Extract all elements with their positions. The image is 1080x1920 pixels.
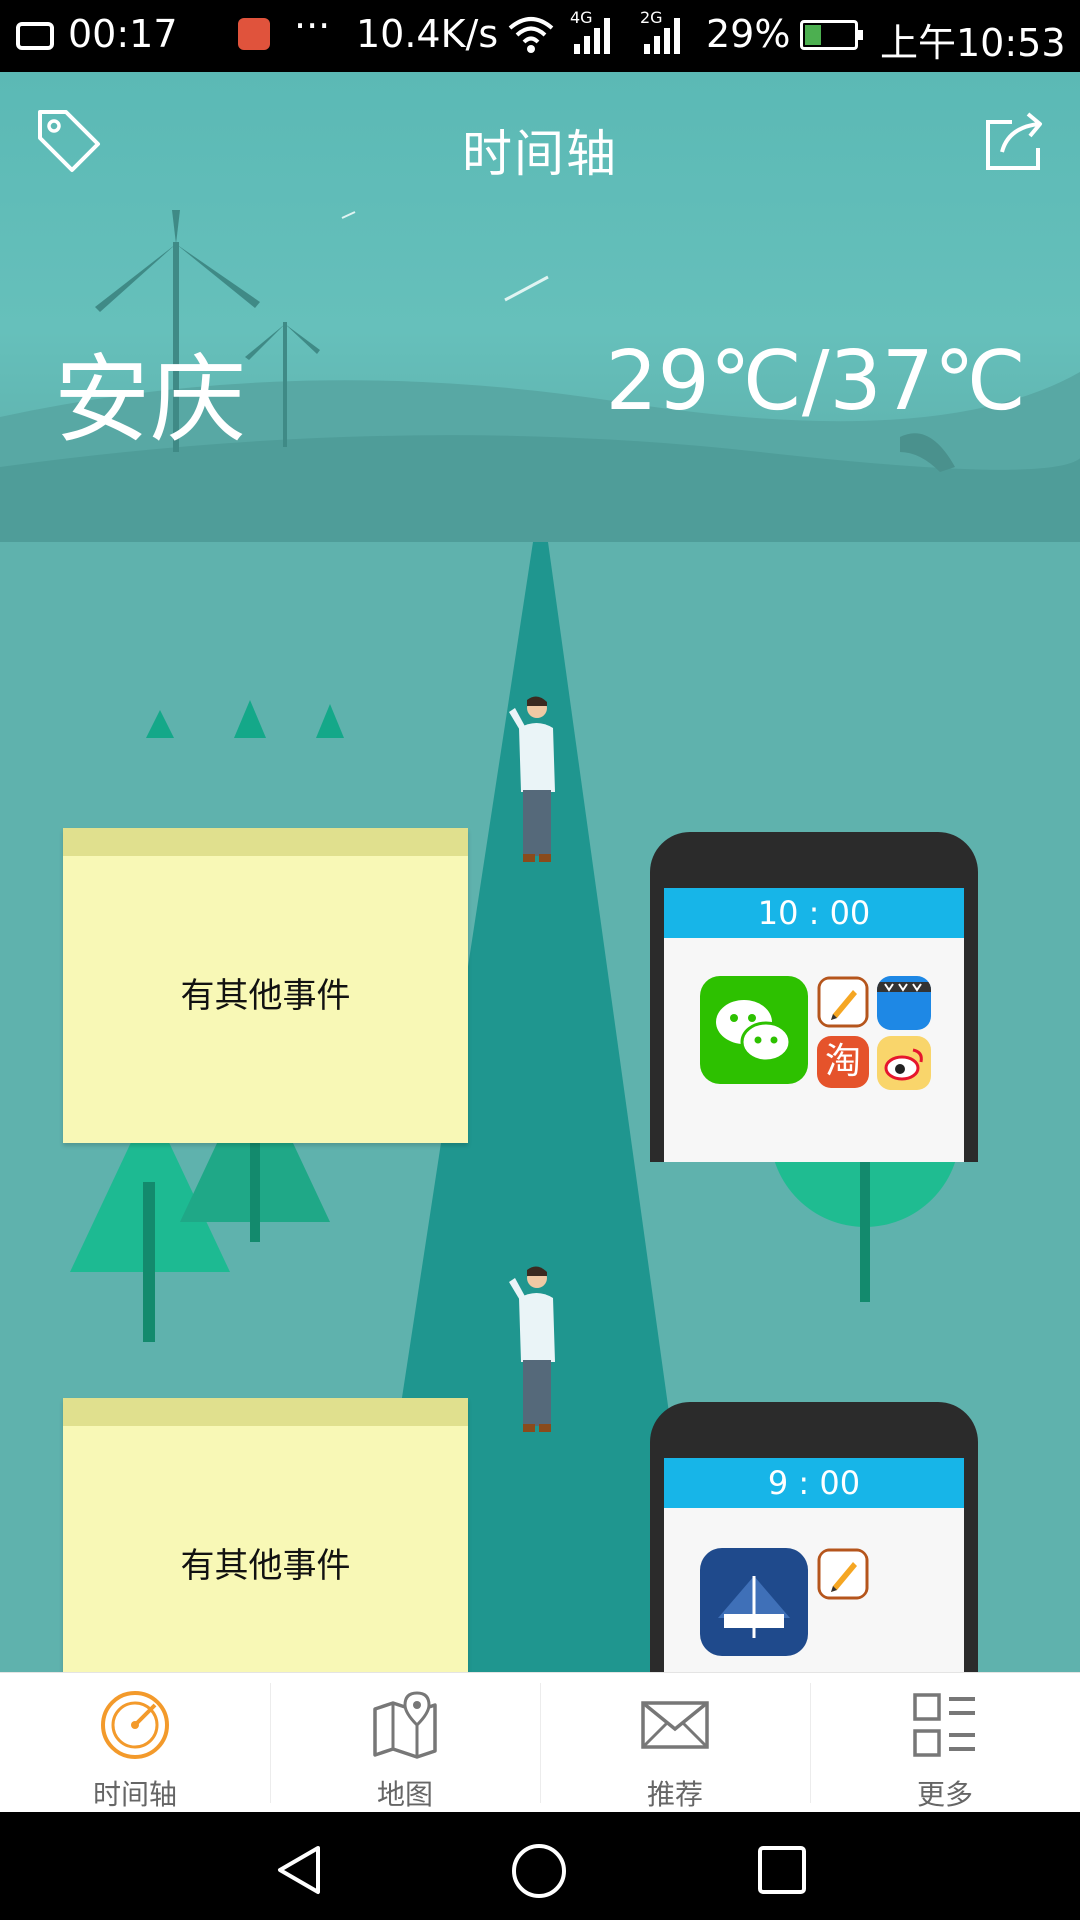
nav-more[interactable]: 更多 xyxy=(810,1673,1080,1813)
back-icon[interactable] xyxy=(272,1842,328,1898)
timeline-area: 有其他事件 10 : 00 淘 有其他事件 9: 00 xyxy=(0,542,1080,1672)
app-header: 时间轴 xyxy=(0,72,1080,212)
nav-map[interactable]: 地图 xyxy=(270,1673,540,1813)
temperature-range: 29℃/37℃ xyxy=(605,334,1027,429)
battery-percent: 29% xyxy=(706,12,791,56)
app-notification-icon xyxy=(238,18,270,50)
signal-icon xyxy=(574,18,610,54)
menu-icon xyxy=(913,1693,975,1757)
system-navigation-bar xyxy=(0,1812,1080,1920)
event-note-text-2: 有其他事件 xyxy=(180,1546,351,1586)
video-icon xyxy=(877,976,931,1030)
game-icon xyxy=(700,1548,808,1656)
status-time: 上午10:53 xyxy=(880,21,1066,65)
usage-time: 10 : 00 xyxy=(664,888,964,938)
signal-icon-2 xyxy=(644,18,680,54)
home-icon[interactable] xyxy=(510,1842,568,1900)
nav-recommend[interactable]: 推荐 xyxy=(540,1673,810,1813)
bottom-navigation: 时间轴 地图 推荐 更多 xyxy=(0,1672,1080,1813)
battery-icon xyxy=(800,20,863,50)
mail-icon xyxy=(641,1701,709,1749)
nav-timeline[interactable]: 时间轴 xyxy=(0,1673,270,1813)
app-usage-card[interactable]: 10 : 00 淘 xyxy=(650,832,978,1162)
taobao-icon: 淘 xyxy=(817,1036,869,1088)
more-notifications: ··· xyxy=(294,4,331,48)
nav-label-more: 更多 xyxy=(916,1778,973,1811)
screen: 00:17 ··· 10.4K/s 4G 2G 29% 上午10:53 时间轴 … xyxy=(0,0,1080,1920)
status-bar: 00:17 ··· 10.4K/s 4G 2G 29% 上午10:53 xyxy=(0,0,1080,72)
map-icon xyxy=(373,1691,437,1759)
event-note-2[interactable]: 有其他事件 xyxy=(63,1398,468,1672)
person-figure xyxy=(509,696,555,862)
nav-label-recommend: 推荐 xyxy=(646,1778,703,1811)
wechat-icon xyxy=(700,976,808,1084)
event-note-text: 有其他事件 xyxy=(180,976,351,1016)
city-name: 安庆 xyxy=(54,344,246,456)
app-usage-screen: 10 : 00 淘 xyxy=(664,888,964,1162)
compass-icon xyxy=(101,1691,169,1759)
screen-record-icon xyxy=(16,22,54,50)
notes-icon-2 xyxy=(817,1548,869,1600)
notes-icon xyxy=(817,976,869,1028)
app-usage-screen-2: 9 : 00 xyxy=(664,1458,964,1672)
usage-time-2: 9 : 00 xyxy=(664,1458,964,1508)
record-clock: 00:17 xyxy=(68,12,178,56)
nav-label-map: 地图 xyxy=(376,1778,433,1811)
wifi-icon xyxy=(508,17,554,53)
weather-header: 时间轴 安庆 29℃/37℃ xyxy=(0,72,1080,542)
nav-label-timeline: 时间轴 xyxy=(92,1778,177,1811)
network-speed: 10.4K/s xyxy=(356,12,499,56)
timeline-scene[interactable]: 时间轴 安庆 29℃/37℃ 有其他事件 10: 00 淘 有其他事件 9:… xyxy=(0,72,1080,1672)
app-usage-card-2[interactable]: 9 : 00 xyxy=(650,1402,978,1672)
share-icon[interactable] xyxy=(982,108,1048,174)
recents-icon[interactable] xyxy=(756,1844,808,1896)
event-note[interactable]: 有其他事件 xyxy=(63,828,468,1143)
person-figure-2 xyxy=(509,1266,555,1432)
weibo-icon xyxy=(877,1036,931,1090)
page-title: 时间轴 xyxy=(462,125,618,183)
